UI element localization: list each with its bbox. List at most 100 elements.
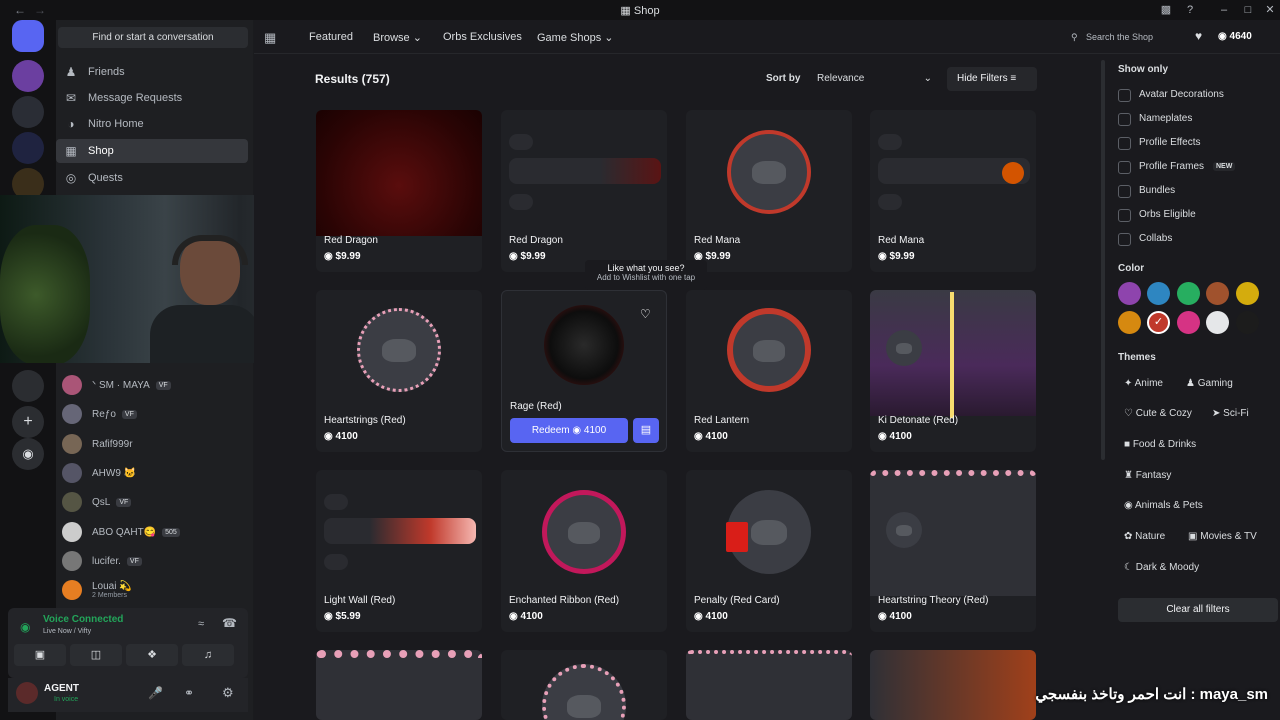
- filter-checkbox[interactable]: [1118, 233, 1131, 246]
- settings-gear-icon[interactable]: ⚙: [222, 685, 234, 701]
- discord-home-icon[interactable]: [12, 20, 44, 52]
- dm-item[interactable]: lucifer. VF: [62, 550, 142, 572]
- camera-off-button[interactable]: ▣: [14, 644, 66, 666]
- color-swatch-pink[interactable]: [1177, 311, 1200, 334]
- person-icon: ♟: [1186, 378, 1198, 389]
- shop-search-input[interactable]: ⚲ Search the Shop: [1066, 26, 1186, 48]
- color-swatch-white[interactable]: [1206, 311, 1229, 334]
- dm-item[interactable]: Reƒo VF: [62, 403, 137, 425]
- explore-icon[interactable]: ◉: [12, 438, 44, 470]
- theme-anime[interactable]: ✦ Anime: [1124, 378, 1163, 389]
- nav-friends[interactable]: ♟ Friends: [56, 60, 248, 84]
- nav-nitro-home[interactable]: ◑ Nitro Home: [56, 112, 248, 136]
- avatar-decoration-preview: [727, 308, 811, 392]
- minimize-icon[interactable]: –: [1218, 4, 1230, 16]
- product-card[interactable]: Red Dragon ◉ $9.99: [316, 110, 482, 272]
- product-card[interactable]: Heartstring Theory (Red) ◉ 4100: [870, 470, 1036, 632]
- add-server-icon[interactable]: +: [12, 406, 44, 438]
- product-card[interactable]: Red Mana ◉ $9.99: [870, 110, 1036, 272]
- shop-home-icon[interactable]: ▦: [264, 30, 276, 46]
- product-card[interactable]: Light Wall (Red) ◉ $5.99: [316, 470, 482, 632]
- filter-checkbox[interactable]: [1118, 161, 1131, 174]
- help-icon[interactable]: ?: [1184, 4, 1196, 16]
- headphones-icon[interactable]: ⚭: [184, 686, 194, 700]
- tab-browse[interactable]: Browse ⌄: [373, 31, 422, 44]
- theme-movies-tv[interactable]: ▣ Movies & TV: [1188, 531, 1257, 542]
- disconnect-icon[interactable]: ☎: [222, 616, 237, 630]
- product-name: Heartstring Theory (Red): [878, 595, 989, 606]
- orbs-balance[interactable]: ◉ 4640: [1218, 27, 1270, 47]
- tab-orbs-exclusives[interactable]: Orbs Exclusives: [443, 31, 522, 43]
- color-swatch-purple[interactable]: [1118, 282, 1141, 305]
- theme-cute-cozy[interactable]: ♡ Cute & Cozy: [1124, 408, 1192, 419]
- dm-item[interactable]: Rafif999r: [62, 433, 133, 455]
- product-card[interactable]: Red Dragon ◉ $9.99: [501, 110, 667, 272]
- theme-dark-moody[interactable]: ☾ Dark & Moody: [1124, 562, 1199, 573]
- screen-share-button[interactable]: ◫: [70, 644, 122, 666]
- close-icon[interactable]: ✕: [1264, 4, 1276, 16]
- soundboard-button[interactable]: ♫: [182, 644, 234, 666]
- filter-checkbox[interactable]: [1118, 209, 1131, 222]
- color-swatch-orange[interactable]: [1118, 311, 1141, 334]
- product-card[interactable]: ♡ Rage (Red) Redeem ◉ 4100 ▤: [501, 290, 667, 452]
- dm-item[interactable]: ABO QAHT😋 505: [62, 521, 180, 543]
- color-swatch-black[interactable]: [1236, 311, 1259, 334]
- product-card[interactable]: Penalty (Red Card) ◉ 4100: [686, 470, 852, 632]
- product-card[interactable]: [501, 650, 667, 720]
- voice-channel[interactable]: Live Now / Vifty: [43, 628, 91, 635]
- tab-featured[interactable]: Featured: [309, 31, 353, 43]
- theme-sci-fi[interactable]: ➤ Sci-Fi: [1212, 408, 1249, 419]
- nav-message-requests[interactable]: ✉ Message Requests: [56, 86, 248, 110]
- inbox-icon[interactable]: ▩: [1160, 4, 1172, 16]
- server-icon[interactable]: [12, 132, 44, 164]
- theme-food-drinks[interactable]: ■ Food & Drinks: [1124, 439, 1196, 450]
- clear-filters-button[interactable]: Clear all filters: [1118, 598, 1278, 622]
- redeem-button[interactable]: Redeem ◉ 4100: [510, 418, 628, 443]
- product-card[interactable]: [686, 650, 852, 720]
- filter-checkbox[interactable]: [1118, 113, 1131, 126]
- product-card[interactable]: Red Lantern ◉ 4100: [686, 290, 852, 452]
- microphone-icon[interactable]: 🎤: [148, 686, 163, 700]
- wishlist-heart-icon[interactable]: ♥: [1195, 29, 1202, 43]
- filter-checkbox[interactable]: [1118, 185, 1131, 198]
- product-card[interactable]: Heartstrings (Red) ◉ 4100: [316, 290, 482, 452]
- avatar[interactable]: [16, 682, 38, 704]
- dm-item[interactable]: Louai 💫 2 Members: [62, 579, 132, 601]
- nav-quests[interactable]: ◎ Quests: [56, 166, 248, 190]
- filter-checkbox[interactable]: [1118, 89, 1131, 102]
- color-swatch-brown[interactable]: [1206, 282, 1229, 305]
- theme-animals-pets[interactable]: ◉ Animals & Pets: [1124, 500, 1203, 511]
- server-icon[interactable]: [12, 96, 44, 128]
- server-icon[interactable]: [12, 60, 44, 92]
- noise-suppression-icon[interactable]: ≈: [198, 618, 204, 630]
- product-card[interactable]: Ki Detonate (Red) ◉ 4100: [870, 290, 1036, 452]
- dm-item[interactable]: QsL VF: [62, 491, 132, 513]
- theme-fantasy[interactable]: ♜ Fantasy: [1124, 470, 1171, 481]
- maximize-icon[interactable]: □: [1242, 4, 1254, 16]
- username: AGENT: [44, 683, 79, 694]
- tab-game-shops[interactable]: Game Shops ⌄: [537, 31, 613, 44]
- product-card[interactable]: Enchanted Ribbon (Red) ◉ 4100: [501, 470, 667, 632]
- hide-filters-button[interactable]: Hide Filters ≡: [947, 67, 1037, 91]
- product-card[interactable]: [316, 650, 482, 720]
- scrollbar[interactable]: [1101, 60, 1105, 460]
- activities-button[interactable]: ❖: [126, 644, 178, 666]
- theme-nature[interactable]: ✿ Nature: [1124, 531, 1165, 542]
- color-swatch-red-selected[interactable]: ✓: [1147, 311, 1170, 334]
- gift-button[interactable]: ▤: [633, 418, 659, 443]
- filter-checkbox[interactable]: [1118, 137, 1131, 150]
- server-icon[interactable]: [12, 370, 44, 402]
- wishlist-heart-icon[interactable]: ♡: [640, 307, 651, 321]
- shop-icon: ▦: [65, 144, 77, 158]
- product-card[interactable]: Red Mana ◉ $9.99: [686, 110, 852, 272]
- dm-item[interactable]: ᐠ SM · MAYA VF: [62, 374, 171, 396]
- color-swatch-blue[interactable]: [1147, 282, 1170, 305]
- color-swatch-green[interactable]: [1177, 282, 1200, 305]
- find-conversation-button[interactable]: Find or start a conversation: [58, 27, 248, 48]
- sort-select[interactable]: Relevance ⌄: [810, 68, 938, 90]
- product-name: Red Lantern: [694, 415, 750, 426]
- nav-shop[interactable]: ▦ Shop: [56, 139, 248, 163]
- theme-gaming[interactable]: ♟ Gaming: [1186, 378, 1233, 389]
- color-swatch-yellow[interactable]: [1236, 282, 1259, 305]
- dm-item[interactable]: AHW9 🐱: [62, 462, 136, 484]
